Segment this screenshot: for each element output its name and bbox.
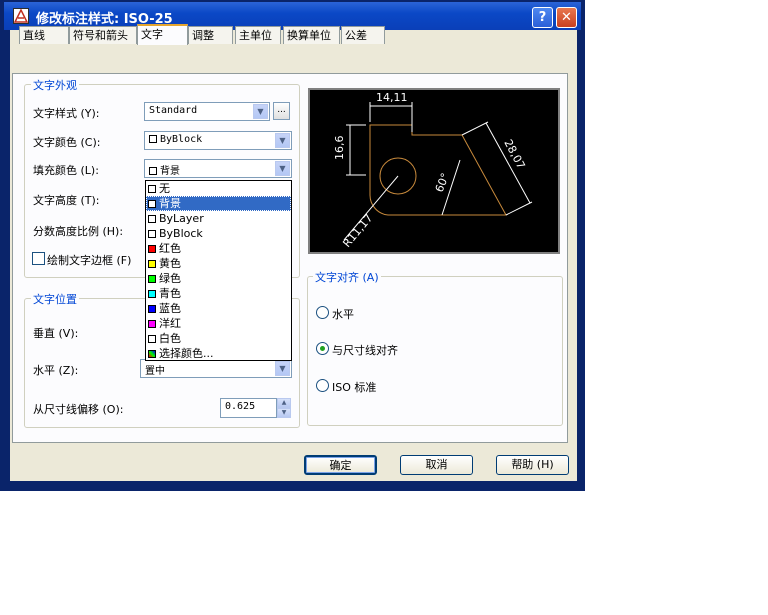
- horizontal-label: 水平 (Z):: [33, 364, 79, 377]
- list-item[interactable]: 洋红: [146, 316, 291, 331]
- horizontal-select[interactable]: 置中 ▼: [140, 359, 292, 378]
- tab-primary-units[interactable]: 主单位: [235, 26, 281, 44]
- offset-label: 从尺寸线偏移 (O):: [33, 403, 124, 416]
- tab-fit[interactable]: 调整: [188, 26, 233, 44]
- dim-left-label: 16,6: [333, 136, 346, 161]
- tab-tolerances[interactable]: 公差: [341, 26, 385, 44]
- spin-down-icon[interactable]: ▼: [277, 408, 291, 418]
- color-swatch: [148, 185, 156, 193]
- color-swatch: [149, 135, 157, 143]
- color-swatch: [148, 215, 156, 223]
- cancel-button[interactable]: 取消: [400, 455, 473, 475]
- list-item[interactable]: ByBlock: [146, 226, 291, 241]
- list-item[interactable]: 绿色: [146, 271, 291, 286]
- color-swatch: [148, 260, 156, 268]
- fraction-height-label: 分数高度比例 (H):: [33, 225, 124, 238]
- list-item[interactable]: ByLayer: [146, 211, 291, 226]
- color-swatch: [148, 320, 156, 328]
- color-swatch: [148, 230, 156, 238]
- tab-lines[interactable]: 直线: [19, 26, 69, 44]
- color-swatch: [148, 335, 156, 343]
- text-style-select[interactable]: Standard ▼: [144, 102, 270, 121]
- preview-drawing: 14,11 16,6 28,07 60° R11,17: [333, 91, 533, 250]
- color-swatch: [148, 290, 156, 298]
- text-placement-legend: 文字位置: [31, 291, 79, 307]
- list-item[interactable]: 选择颜色...: [146, 346, 291, 361]
- radio-iso-label: ISO 标准: [332, 381, 377, 394]
- dimension-preview: 14,11 16,6 28,07 60° R11,17: [308, 88, 560, 254]
- text-appearance-legend: 文字外观: [31, 77, 79, 93]
- chevron-down-icon: ▼: [275, 361, 290, 376]
- tab-alternate-units[interactable]: 换算单位: [283, 26, 340, 44]
- color-swatch: [149, 167, 157, 175]
- tab-symbols-arrows[interactable]: 符号和箭头: [69, 26, 137, 44]
- color-swatch: [148, 245, 156, 253]
- close-button[interactable]: ✕: [556, 7, 577, 28]
- help-title-button[interactable]: ?: [532, 7, 553, 28]
- part-outline: [369, 124, 507, 216]
- dim-angle-label: 60°: [433, 171, 452, 194]
- text-alignment-legend: 文字对齐 (A): [313, 269, 381, 285]
- text-color-select[interactable]: ByBlock ▼: [144, 131, 292, 150]
- radio-iso[interactable]: [316, 379, 329, 392]
- list-item[interactable]: 黄色: [146, 256, 291, 271]
- radio-aligned[interactable]: [316, 342, 329, 355]
- help-button[interactable]: 帮助 (H): [496, 455, 569, 475]
- text-height-label: 文字高度 (T):: [33, 194, 100, 207]
- draw-frame-label: 绘制文字边框 (F): [47, 254, 132, 267]
- vertical-label: 垂直 (V):: [33, 327, 79, 340]
- tab-text[interactable]: 文字: [137, 24, 188, 45]
- ok-button[interactable]: 确定: [304, 455, 377, 475]
- spin-up-icon[interactable]: ▲: [277, 398, 291, 408]
- text-style-label: 文字样式 (Y):: [33, 107, 100, 120]
- radio-aligned-label: 与尺寸线对齐: [332, 344, 398, 357]
- app-icon: [13, 8, 29, 24]
- color-swatch: [148, 305, 156, 313]
- color-swatch: [148, 275, 156, 283]
- list-item[interactable]: 红色: [146, 241, 291, 256]
- color-picker-icon: [148, 350, 156, 358]
- chevron-down-icon: ▼: [253, 104, 268, 119]
- dim-radius-label: R11,17: [340, 212, 375, 250]
- fill-color-dropdown-list[interactable]: 无 背景 ByLayer ByBlock 红色 黄色 绿色 青色 蓝色 洋红 白…: [145, 180, 292, 361]
- text-style-browse-button[interactable]: ...: [273, 102, 290, 120]
- radio-horizontal-label: 水平: [332, 308, 354, 321]
- list-item[interactable]: 蓝色: [146, 301, 291, 316]
- offset-input[interactable]: 0.625: [220, 398, 277, 418]
- color-swatch: [148, 200, 156, 208]
- list-item-selected[interactable]: 背景: [146, 196, 291, 211]
- chevron-down-icon: ▼: [275, 161, 290, 176]
- list-item[interactable]: 白色: [146, 331, 291, 346]
- radio-horizontal[interactable]: [316, 306, 329, 319]
- text-color-label: 文字颜色 (C):: [33, 136, 101, 149]
- list-item[interactable]: 无: [146, 181, 291, 196]
- fill-color-label: 填充颜色 (L):: [33, 164, 99, 177]
- draw-frame-checkbox[interactable]: [32, 252, 45, 265]
- chevron-down-icon: ▼: [275, 133, 290, 148]
- fill-color-select[interactable]: 背景 ▼: [144, 159, 292, 178]
- list-item[interactable]: 青色: [146, 286, 291, 301]
- dim-diag-label: 28,07: [501, 137, 527, 171]
- offset-spinner[interactable]: ▲ ▼: [277, 398, 291, 418]
- dim-top-label: 14,11: [376, 91, 408, 104]
